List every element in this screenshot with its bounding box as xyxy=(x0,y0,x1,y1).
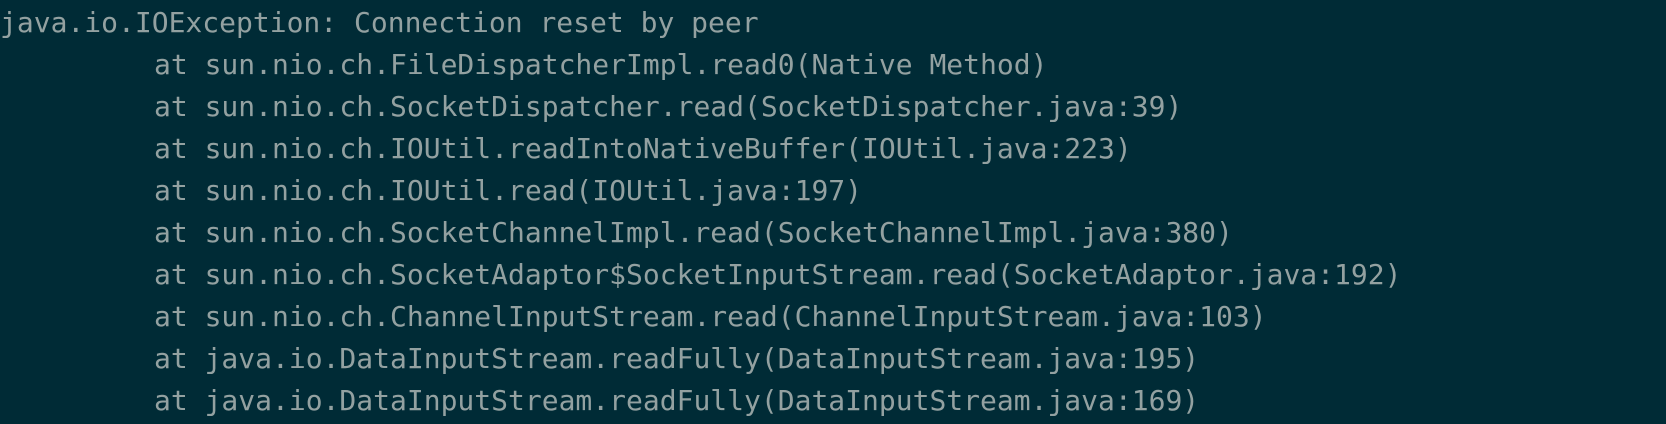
stack-frame: at sun.nio.ch.FileDispatcherImpl.read0(N… xyxy=(154,48,1048,81)
stack-frame: at sun.nio.ch.ChannelInputStream.read(Ch… xyxy=(154,300,1267,333)
stack-frame: at sun.nio.ch.SocketAdaptor$SocketInputS… xyxy=(154,258,1402,291)
stack-frame: at java.io.DataInputStream.readFully(Dat… xyxy=(154,384,1200,417)
terminal-output: java.io.IOException: Connection reset by… xyxy=(0,0,1666,424)
stack-frame: at sun.nio.ch.SocketChannelImpl.read(Soc… xyxy=(154,216,1233,249)
exception-message: java.io.IOException: Connection reset by… xyxy=(0,6,759,39)
stack-frame: at sun.nio.ch.IOUtil.readIntoNativeBuffe… xyxy=(154,132,1132,165)
stack-frame: at sun.nio.ch.SocketDispatcher.read(Sock… xyxy=(154,90,1183,123)
stack-frame: at java.io.DataInputStream.readFully(Dat… xyxy=(154,342,1200,375)
stack-frame: at sun.nio.ch.IOUtil.read(IOUtil.java:19… xyxy=(154,174,863,207)
